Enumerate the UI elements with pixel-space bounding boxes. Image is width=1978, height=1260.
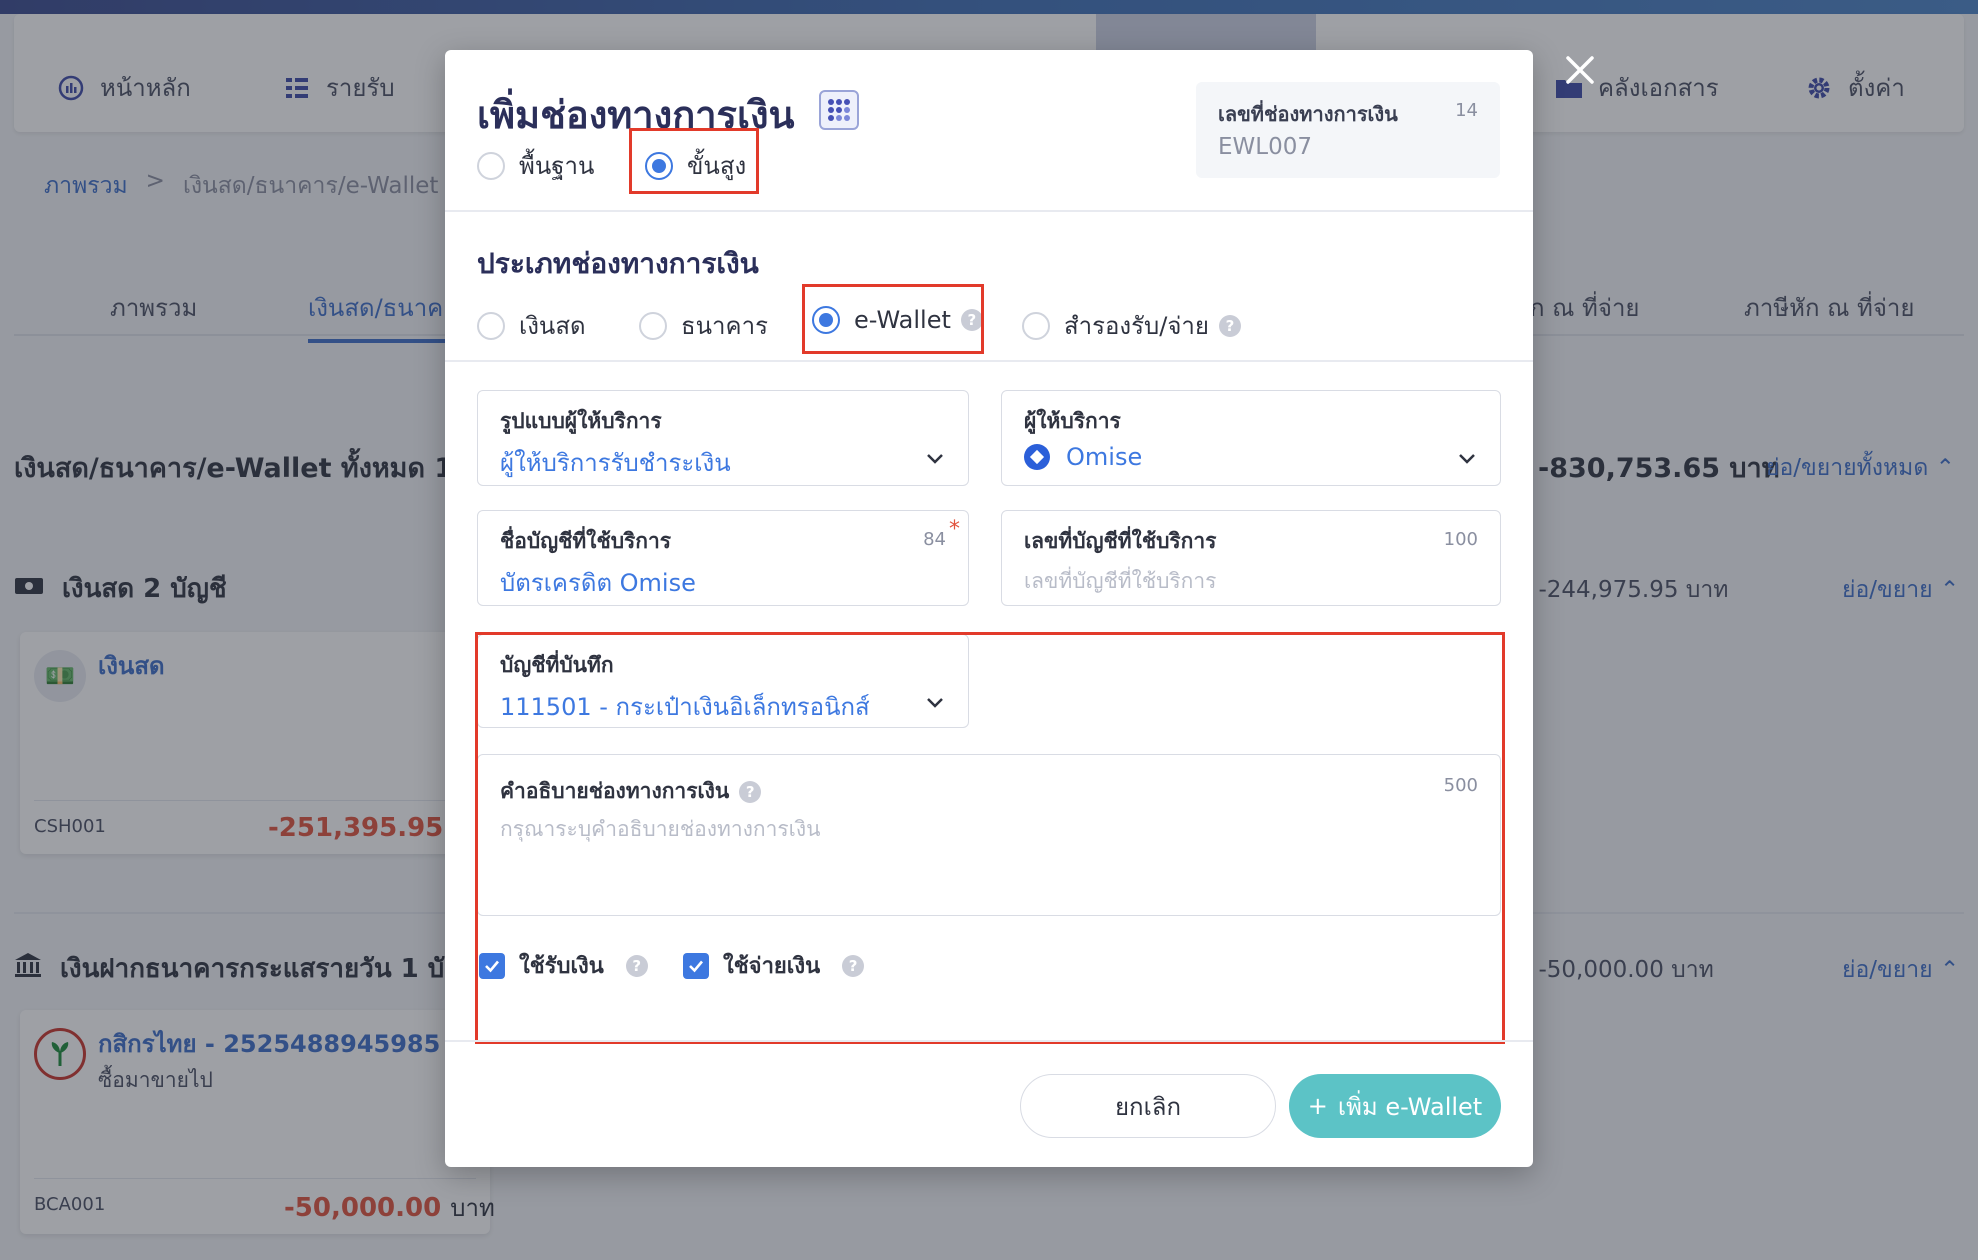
help-icon[interactable]: ? xyxy=(1218,314,1241,337)
account-name-value: บัตรเครดิต Omise xyxy=(500,569,696,597)
apps-icon[interactable] xyxy=(819,90,859,130)
provider-type-value: ผู้ให้บริการรับชำระเงิน xyxy=(500,449,731,477)
channel-id-box: เลขที่ช่องทางการเงิน 14 EWL007 xyxy=(1196,82,1500,178)
type-section-title: ประเภทช่องทางการเงิน xyxy=(477,247,759,280)
footer-divider xyxy=(445,1040,1533,1042)
channel-id-counter: 14 xyxy=(1455,100,1478,121)
radio-circle[interactable] xyxy=(1022,311,1050,340)
type-divider xyxy=(445,360,1533,362)
mode-basic-label: พื้นฐาน xyxy=(519,152,595,180)
plus-icon: + xyxy=(1307,1092,1328,1120)
type-reserve-label: สำรองรับ/จ่าย xyxy=(1064,312,1209,340)
highlight-box xyxy=(475,632,1505,1044)
account-name-input[interactable]: ชื่อบัญชีที่ใช้บริการ 84 * บัตรเครดิต Om… xyxy=(477,510,969,606)
account-number-label: เลขที่บัญชีที่ใช้บริการ xyxy=(1024,529,1217,553)
provider-select[interactable]: ผู้ให้บริการ Omise xyxy=(1001,390,1501,486)
highlight-box xyxy=(802,284,984,354)
close-icon[interactable] xyxy=(1560,50,1600,90)
radio-circle[interactable] xyxy=(477,151,505,180)
channel-id-value: EWL007 xyxy=(1218,134,1312,160)
type-reserve-radio[interactable]: สำรองรับ/จ่าย ? xyxy=(1022,306,1241,345)
type-bank-radio[interactable]: ธนาคาร xyxy=(639,306,768,345)
provider-type-label: รูปแบบผู้ให้บริการ xyxy=(500,409,662,433)
provider-value-text: Omise xyxy=(1066,443,1143,471)
highlight-box xyxy=(629,128,759,194)
required-mark: * xyxy=(949,517,960,542)
type-cash-radio[interactable]: เงินสด xyxy=(477,306,586,345)
type-cash-label: เงินสด xyxy=(519,312,586,340)
header-divider xyxy=(445,210,1533,212)
mode-basic-radio[interactable]: พื้นฐาน xyxy=(477,146,594,185)
provider-type-select[interactable]: รูปแบบผู้ให้บริการ ผู้ให้บริการรับชำระเง… xyxy=(477,390,969,486)
radio-circle[interactable] xyxy=(477,311,505,340)
add-ewallet-button[interactable]: + เพิ่ม e-Wallet xyxy=(1289,1074,1501,1138)
provider-label: ผู้ให้บริการ xyxy=(1024,409,1121,433)
add-channel-modal: เพิ่มช่องทางการเงิน พื้นฐาน ขั้นสูง เลขท… xyxy=(445,50,1533,1167)
account-number-input[interactable]: เลขที่บัญชีที่ใช้บริการ 100 เลขที่บัญชีท… xyxy=(1001,510,1501,606)
omise-logo-icon xyxy=(1024,444,1050,470)
chevron-down-icon xyxy=(1459,454,1475,464)
chevron-down-icon xyxy=(927,454,943,464)
provider-value: Omise xyxy=(1024,443,1142,471)
type-bank-label: ธนาคาร xyxy=(681,312,768,340)
add-ewallet-label: เพิ่ม e-Wallet xyxy=(1337,1092,1483,1121)
account-number-placeholder: เลขที่บัญชีที่ใช้บริการ xyxy=(1024,569,1217,593)
channel-id-label: เลขที่ช่องทางการเงิน xyxy=(1218,102,1398,126)
account-name-counter: 84 xyxy=(923,529,946,550)
radio-circle[interactable] xyxy=(639,311,667,340)
account-name-label: ชื่อบัญชีที่ใช้บริการ xyxy=(500,529,672,553)
account-number-counter: 100 xyxy=(1443,529,1478,550)
cancel-button[interactable]: ยกเลิก xyxy=(1020,1074,1276,1138)
